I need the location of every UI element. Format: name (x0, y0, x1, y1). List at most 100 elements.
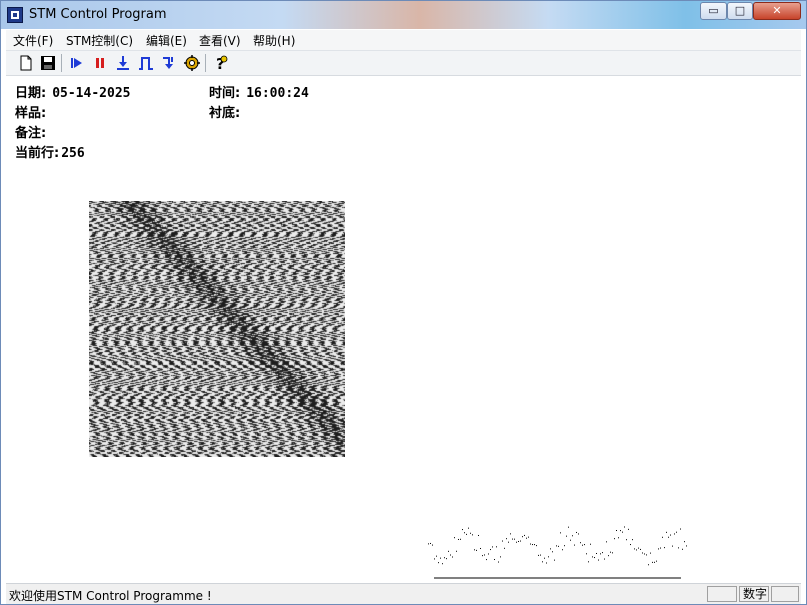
profile-point (676, 531, 677, 533)
profile-point (656, 560, 657, 562)
settings-gear-icon[interactable] (183, 54, 201, 72)
menu-stm-control[interactable]: STM控制(C) (66, 32, 133, 49)
profile-point (564, 545, 565, 547)
profile-point (612, 552, 613, 554)
profile-point (600, 553, 601, 555)
profile-point (578, 533, 579, 535)
profile-point (464, 532, 465, 534)
profile-point (604, 558, 605, 560)
profile-point (428, 543, 429, 545)
pause-icon[interactable] (91, 54, 109, 72)
profile-point (528, 536, 529, 538)
main-window: STM Control Program ▭ □ ✕ 文件(F) STM控制(C)… (0, 0, 807, 605)
maximize-button[interactable]: □ (727, 2, 753, 20)
profile-point (614, 538, 615, 540)
profile-point (520, 540, 521, 542)
profile-point (508, 541, 509, 543)
profile-point (654, 561, 655, 563)
menu-help[interactable]: 帮助(H) (253, 32, 295, 49)
profile-point (624, 526, 625, 528)
status-pane-empty (707, 586, 737, 602)
profile-point (444, 557, 445, 559)
profile-point (490, 549, 491, 551)
note-label: 备注: (15, 126, 47, 141)
profile-point (638, 547, 639, 549)
profile-point (540, 554, 541, 556)
profile-point (660, 547, 661, 549)
profile-point (446, 558, 447, 560)
profile-point (460, 538, 461, 540)
profile-point (584, 544, 585, 546)
profile-point (470, 532, 471, 534)
profile-point (558, 545, 559, 547)
menu-file[interactable]: 文件(F) (13, 32, 53, 49)
profile-point (492, 546, 493, 548)
profile-point (682, 548, 683, 550)
profile-point (628, 528, 629, 530)
profile-point (606, 541, 607, 543)
profile-point (536, 545, 537, 547)
profile-point (644, 553, 645, 555)
save-icon[interactable] (39, 54, 57, 72)
approach-icon[interactable] (114, 54, 132, 72)
profile-point (582, 544, 583, 546)
new-file-icon[interactable] (17, 54, 35, 72)
profile-point (572, 535, 573, 537)
profile-point (622, 531, 623, 533)
profile-point (480, 547, 481, 549)
status-message: 欢迎使用STM Control Programme ! (9, 589, 212, 603)
profile-point (438, 562, 439, 564)
line-profile-plot (428, 526, 687, 579)
profile-point (518, 540, 519, 542)
profile-point (618, 537, 619, 539)
profile-point (636, 549, 637, 551)
title-bar[interactable]: STM Control Program ▭ □ ✕ (1, 1, 806, 29)
profile-point (662, 536, 663, 538)
note-field: 备注: (15, 122, 52, 141)
profile-point (610, 551, 611, 553)
profile-point (556, 545, 557, 547)
profile-point (502, 540, 503, 542)
app-icon (7, 7, 23, 23)
profile-point (552, 551, 553, 553)
pulse-icon[interactable] (137, 54, 155, 72)
profile-point (574, 544, 575, 546)
minimize-button[interactable]: ▭ (700, 2, 727, 20)
retract-icon[interactable] (160, 54, 178, 72)
profile-point (450, 554, 451, 556)
time-label: 时间: (209, 86, 241, 101)
profile-point (510, 533, 511, 535)
profile-point (586, 553, 587, 555)
profile-point (526, 537, 527, 539)
profile-point (652, 561, 653, 563)
time-field: 时间: 16:00:24 (209, 82, 309, 101)
profile-point (674, 533, 675, 535)
profile-point (542, 561, 543, 563)
profile-point (596, 552, 597, 554)
profile-point (538, 554, 539, 556)
profile-point (626, 539, 627, 541)
close-button[interactable]: ✕ (753, 2, 801, 20)
profile-point (506, 538, 507, 540)
profile-point (568, 526, 569, 528)
profile-point (430, 542, 431, 544)
menu-view[interactable]: 查看(V) (199, 32, 241, 49)
run-icon[interactable] (68, 54, 86, 72)
date-field: 日期: 05-14-2025 (15, 82, 130, 101)
profile-point (498, 561, 499, 563)
profile-point (658, 548, 659, 550)
profile-point (616, 530, 617, 532)
profile-point (482, 555, 483, 557)
profile-point (686, 545, 687, 547)
menu-edit[interactable]: 编辑(E) (146, 32, 187, 49)
date-label: 日期: (15, 86, 47, 101)
profile-point (452, 556, 453, 558)
profile-point (468, 527, 469, 529)
profile-point (592, 556, 593, 558)
date-value: 05-14-2025 (52, 86, 131, 101)
profile-point (632, 539, 633, 541)
current-line-value: 256 (61, 146, 85, 161)
substrate-label: 衬底: (209, 106, 241, 121)
profile-point (640, 548, 641, 550)
help-icon[interactable]: ? (211, 54, 229, 72)
